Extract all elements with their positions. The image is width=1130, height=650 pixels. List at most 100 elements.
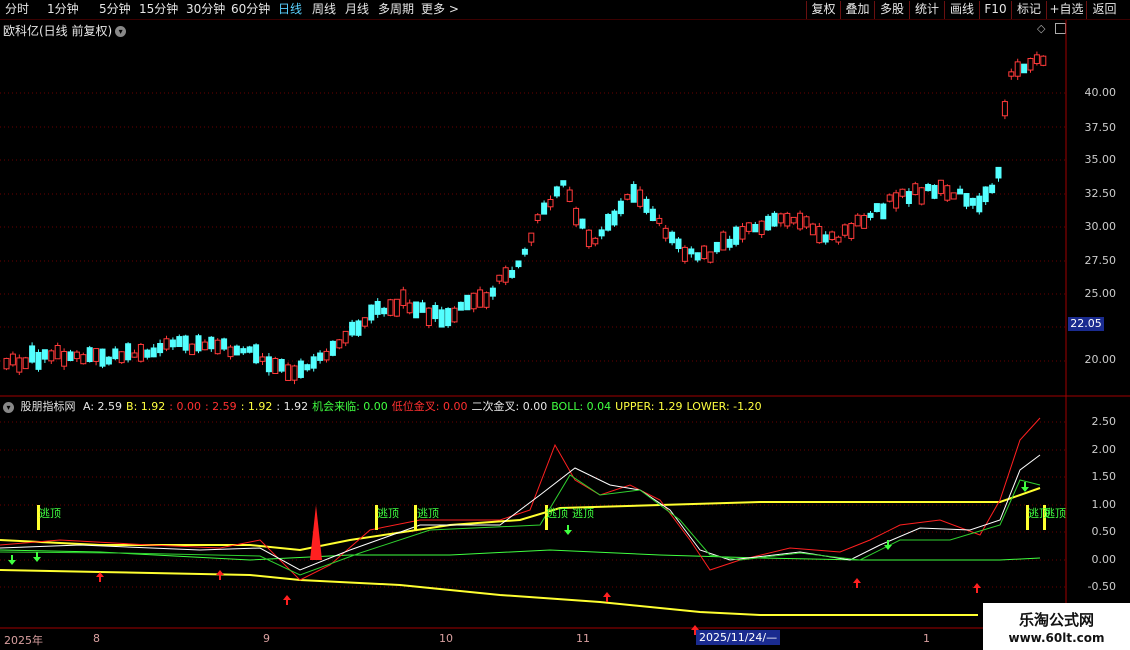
candle-body bbox=[451, 307, 458, 323]
histogram-bar bbox=[921, 552, 924, 560]
candle-body bbox=[285, 364, 292, 381]
candle-body bbox=[477, 289, 484, 308]
sell-arrow bbox=[884, 540, 892, 550]
candle-body bbox=[713, 241, 720, 253]
candle-body bbox=[240, 348, 247, 354]
candle-body bbox=[201, 341, 208, 351]
candle-body bbox=[150, 347, 157, 358]
candle-body bbox=[611, 210, 618, 226]
histogram-bar bbox=[774, 560, 776, 579]
candle-body bbox=[381, 307, 388, 315]
candle-body bbox=[61, 350, 68, 367]
candle-body bbox=[899, 188, 906, 197]
candle-body bbox=[438, 309, 445, 328]
candle-body bbox=[1040, 55, 1047, 66]
candle-body bbox=[470, 292, 477, 310]
indicator-value: 低位金叉: 0.00 bbox=[391, 400, 468, 413]
chevron-down-icon[interactable]: ▾ bbox=[3, 401, 14, 413]
candle-body bbox=[387, 299, 394, 316]
histogram-bar bbox=[780, 560, 783, 581]
candle-body bbox=[598, 229, 605, 237]
indicator-tick: 2.00 bbox=[1091, 443, 1117, 456]
histogram-bar bbox=[857, 560, 860, 579]
candle-body bbox=[720, 231, 727, 251]
histogram-bar bbox=[742, 560, 744, 568]
buy-arrow bbox=[283, 595, 291, 605]
histogram-bar bbox=[204, 560, 207, 567]
candle-body bbox=[656, 217, 663, 224]
histogram-bar bbox=[575, 560, 578, 575]
candle-body bbox=[515, 260, 522, 268]
histogram-bar bbox=[934, 547, 936, 560]
histogram-bar bbox=[479, 560, 482, 572]
indicator-value: BOLL: 0.04 bbox=[551, 400, 612, 413]
histogram-bar bbox=[300, 550, 303, 560]
candle-body bbox=[816, 226, 823, 244]
histogram-bar bbox=[639, 555, 642, 560]
indicator-tick: 1.50 bbox=[1091, 470, 1117, 483]
histogram-bar bbox=[210, 560, 213, 568]
candle-body bbox=[265, 356, 272, 373]
histogram-bar bbox=[390, 538, 392, 560]
candle-body bbox=[227, 346, 234, 358]
histogram-bar bbox=[249, 560, 252, 566]
histogram-bar bbox=[966, 540, 968, 560]
candle-body bbox=[854, 214, 861, 227]
escape-top-label: 逃顶 bbox=[1044, 507, 1066, 520]
indicator-legend: ▾ 股朋指标网 A: 2.59 B: 1.92: 0.00: 2.59: 1.92… bbox=[3, 398, 770, 414]
chart-canvas[interactable] bbox=[0, 0, 1130, 650]
candle-body bbox=[605, 213, 612, 231]
candle-body bbox=[925, 183, 932, 192]
candle-body bbox=[1027, 57, 1034, 71]
upper-band-line bbox=[0, 487, 1041, 552]
histogram-bar bbox=[95, 537, 98, 560]
candle-body bbox=[669, 231, 676, 244]
candle-body bbox=[131, 352, 138, 358]
histogram-bar bbox=[658, 552, 661, 560]
candle-body bbox=[809, 223, 816, 236]
histogram-bar bbox=[985, 539, 988, 560]
candle-body bbox=[880, 203, 887, 220]
histogram-bar bbox=[294, 552, 296, 560]
candle-body bbox=[304, 364, 311, 371]
histogram-bar bbox=[18, 551, 21, 560]
indicator-value: 二次金叉: 0.00 bbox=[471, 400, 548, 413]
histogram-bar bbox=[287, 554, 290, 560]
escape-top-label: 逃顶 bbox=[572, 507, 594, 520]
candle-body bbox=[688, 248, 695, 255]
histogram-bar bbox=[505, 560, 508, 580]
histogram-bar bbox=[63, 538, 66, 560]
histogram-bar bbox=[793, 560, 796, 584]
indicator-value: UPPER: 1.29 bbox=[615, 400, 683, 413]
histogram-bar bbox=[415, 545, 418, 560]
candle-body bbox=[681, 246, 688, 262]
candle-body bbox=[944, 185, 951, 201]
watermark-url: www.60lt.com bbox=[1008, 631, 1105, 645]
histogram-bar bbox=[185, 560, 188, 563]
indicator-name[interactable]: 股朋指标网 bbox=[21, 400, 76, 413]
histogram-bar bbox=[1042, 552, 1045, 560]
candle-body bbox=[521, 248, 528, 255]
histogram-bar bbox=[102, 538, 104, 560]
candle-body bbox=[1033, 54, 1040, 65]
histogram-bar bbox=[262, 560, 264, 563]
histogram-bar bbox=[223, 560, 226, 569]
candle-body bbox=[624, 194, 631, 200]
indicator-tick: 2.50 bbox=[1091, 415, 1117, 428]
histogram-bar bbox=[863, 560, 866, 577]
x-label: 2025年 bbox=[4, 634, 43, 647]
histogram-bar bbox=[466, 560, 469, 567]
histogram-bar bbox=[998, 540, 1000, 560]
candle-body bbox=[317, 352, 324, 361]
candle-body bbox=[457, 301, 464, 311]
buy-arrow bbox=[853, 578, 861, 588]
candle-body bbox=[310, 356, 317, 369]
candle-body bbox=[163, 338, 170, 350]
histogram-bar bbox=[370, 535, 373, 560]
candle-body bbox=[16, 357, 23, 373]
candle-body bbox=[841, 224, 848, 236]
indicator-value: LOWER: -1.20 bbox=[686, 400, 762, 413]
histogram-bar bbox=[447, 558, 450, 560]
histogram-bar bbox=[972, 539, 975, 560]
candle-body bbox=[733, 226, 740, 245]
